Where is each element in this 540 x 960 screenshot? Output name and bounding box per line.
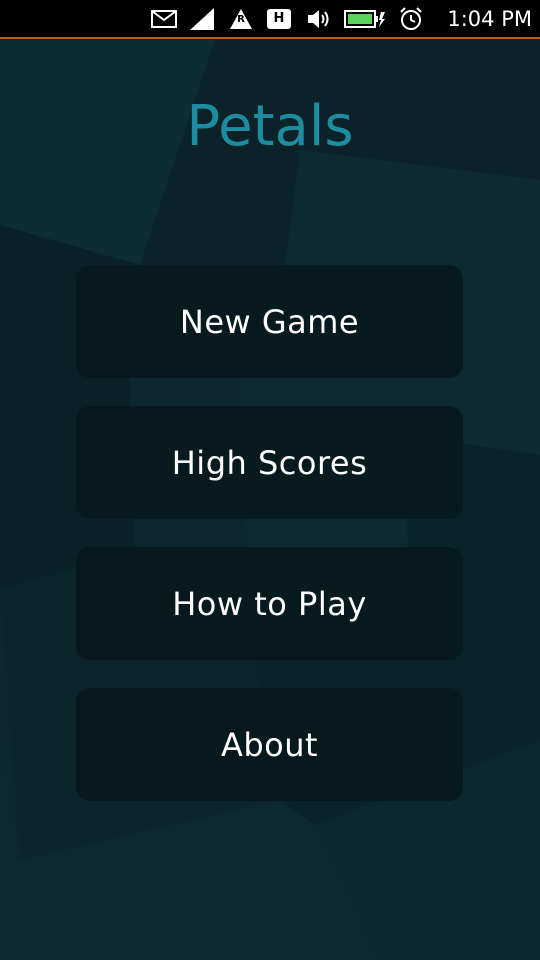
- app-title: Petals: [186, 94, 354, 159]
- mail-icon: [150, 8, 178, 30]
- roaming-icon: R: [229, 8, 253, 30]
- volume-icon: [306, 8, 332, 30]
- alarm-icon: [398, 7, 424, 30]
- status-time: 1:04 PM: [447, 7, 532, 31]
- signal-icon: [190, 8, 214, 30]
- hspa-icon: H: [267, 8, 291, 30]
- roaming-letter: R: [237, 14, 245, 25]
- new-game-button[interactable]: New Game: [76, 265, 463, 378]
- status-bar: R H 1:04 PM: [0, 0, 540, 39]
- high-scores-button[interactable]: High Scores: [76, 406, 463, 519]
- network-letter: H: [273, 11, 285, 26]
- how-to-play-button[interactable]: How to Play: [76, 547, 463, 660]
- battery-charging-icon: [344, 8, 386, 30]
- about-button[interactable]: About: [76, 688, 463, 801]
- main-menu-screen: R H 1:04 PM Petals New Game High Scores …: [0, 0, 540, 960]
